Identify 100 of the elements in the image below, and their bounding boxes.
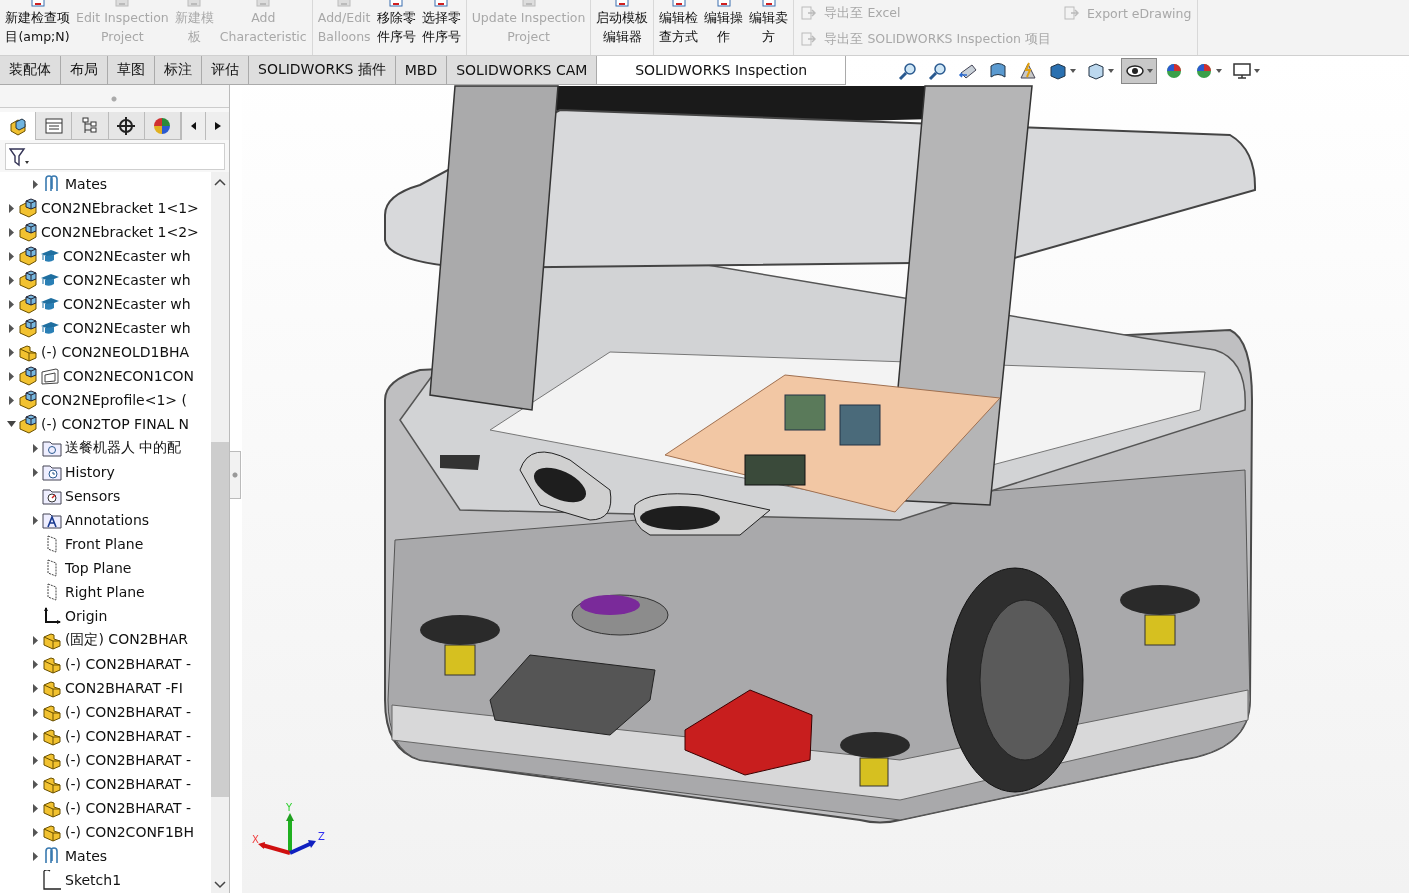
tree-item[interactable]: (-) CON2BHARAT -	[64, 800, 191, 816]
tree-item[interactable]: (-) CON2CONF1BH	[64, 824, 194, 840]
expand-icon[interactable]	[32, 515, 38, 525]
tool-icon	[255, 0, 272, 8]
expand-icon[interactable]	[32, 755, 38, 765]
tab[interactable]: SOLIDWORKS CAM	[447, 56, 598, 84]
ribbon-button[interactable]: 新建检查项 目(amp;N)	[2, 0, 73, 55]
filter-field[interactable]	[5, 143, 225, 170]
tab[interactable]: 草图	[108, 56, 155, 84]
tab[interactable]: MBD	[395, 56, 448, 84]
tree-item[interactable]: Front Plane	[64, 536, 144, 552]
expand-icon[interactable]	[32, 779, 38, 789]
expand-icon[interactable]	[32, 803, 38, 813]
tree-item[interactable]: (-) CON2NEOLD1BHA	[40, 344, 190, 360]
color-wheel-icon	[152, 116, 173, 136]
ribbon-button[interactable]: 编辑检 查方式	[656, 0, 702, 55]
axis-label: Y	[286, 803, 293, 813]
tree-item[interactable]: Origin	[64, 608, 108, 624]
scroll-right-button[interactable]	[205, 112, 229, 140]
expand-icon[interactable]	[32, 467, 38, 477]
tab[interactable]: SOLIDWORKS Inspection	[597, 56, 846, 84]
tree-item[interactable]: CON2NEcaster wh	[62, 296, 191, 312]
tree-item[interactable]: History	[64, 464, 115, 480]
tree-item[interactable]: CON2NEcaster wh	[62, 272, 191, 288]
panel-tab[interactable]	[0, 112, 37, 140]
part-icon	[42, 822, 62, 842]
ribbon-button[interactable]: 选择零 件序号	[418, 0, 464, 55]
expand-icon[interactable]	[8, 275, 14, 285]
expand-icon[interactable]	[8, 299, 14, 309]
tab[interactable]: SOLIDWORKS 插件	[249, 56, 396, 84]
tree-item[interactable]: CON2NEbracket 1<1>	[40, 200, 199, 216]
part-icon	[42, 774, 62, 794]
expand-icon[interactable]	[32, 179, 38, 189]
expand-icon[interactable]	[8, 395, 14, 405]
scroll-left-button[interactable]	[181, 112, 205, 140]
tree-item[interactable]: 送餐机器人 中的配	[64, 439, 182, 457]
tree-item[interactable]: (-) CON2BHARAT -	[64, 704, 191, 720]
expand-icon[interactable]	[32, 827, 38, 837]
tree-item[interactable]: Annotations	[64, 512, 150, 528]
assembly-icon	[18, 318, 38, 338]
folder-icon	[42, 510, 62, 530]
tree-item[interactable]: CON2NECON1CON	[62, 368, 194, 384]
frame-icon	[40, 366, 60, 386]
expand-icon[interactable]	[8, 371, 14, 381]
part-icon	[42, 630, 62, 650]
assembly-icon	[18, 246, 38, 266]
scrollbar[interactable]	[211, 172, 229, 893]
expand-icon[interactable]	[32, 635, 38, 645]
tree-item[interactable]: Sketch1	[64, 872, 122, 888]
tree-item[interactable]: CON2BHARAT -FI	[64, 680, 183, 696]
tree-item[interactable]: Sensors	[64, 488, 121, 504]
tree-item[interactable]: CON2NEcaster wh	[62, 248, 191, 264]
view-tool-button[interactable]	[1121, 58, 1157, 84]
tree-item[interactable]: Mates	[64, 848, 108, 864]
color-ball-icon	[1164, 61, 1184, 81]
tree-icon	[80, 116, 100, 136]
tree-item[interactable]: CON2NEbracket 1<2>	[40, 224, 199, 240]
origin-icon	[42, 606, 62, 626]
tool-icon	[336, 0, 353, 8]
axis-label: X	[252, 834, 259, 845]
tab[interactable]: 布局	[61, 56, 108, 84]
ribbon-button[interactable]: 编辑操 作	[701, 0, 747, 55]
tab[interactable]: 装配体	[0, 56, 61, 84]
cube-icon	[7, 116, 28, 136]
expand-icon[interactable]	[32, 731, 38, 741]
ribbon-button[interactable]: 启动模板 编辑器	[593, 0, 652, 55]
expand-icon[interactable]	[8, 227, 14, 237]
tab[interactable]: 评估	[202, 56, 249, 84]
tree-item[interactable]: Top Plane	[64, 560, 132, 576]
tree-item[interactable]: (-) CON2BHARAT -	[64, 776, 191, 792]
expand-icon[interactable]	[8, 203, 14, 213]
expand-icon[interactable]	[32, 707, 38, 717]
expand-icon[interactable]	[32, 683, 38, 693]
part-icon	[18, 342, 38, 362]
tree-item[interactable]: (-) CON2BHARAT -	[64, 656, 191, 672]
tree-item[interactable]: CON2NEcaster wh	[62, 320, 191, 336]
tree-item[interactable]: CON2NEprofile<1> (	[40, 392, 187, 408]
assembly-icon	[18, 294, 38, 314]
tree-item[interactable]: (固定) CON2BHAR	[64, 631, 188, 649]
expand-icon[interactable]	[8, 251, 14, 261]
export-icon	[800, 31, 817, 47]
axis-triad-drawing	[258, 813, 316, 855]
expand-icon[interactable]	[8, 323, 14, 333]
splitter-handle[interactable]	[230, 450, 241, 499]
expand-icon[interactable]	[32, 443, 38, 453]
tree-item[interactable]: Mates	[64, 176, 108, 192]
tab[interactable]: 标注	[155, 56, 202, 84]
ribbon-button[interactable]: 移除零 件序号	[373, 0, 419, 55]
tree-item[interactable]: Right Plane	[64, 584, 145, 600]
tool-icon	[520, 0, 537, 8]
tree-item[interactable]: (-) CON2TOP FINAL N	[40, 416, 190, 432]
tree-item[interactable]: (-) CON2BHARAT -	[64, 728, 191, 744]
magnifier-icon	[928, 61, 948, 81]
collapse-icon[interactable]	[6, 421, 16, 427]
expand-icon[interactable]	[8, 347, 14, 357]
expand-icon[interactable]	[32, 851, 38, 861]
tree-item[interactable]: (-) CON2BHARAT -	[64, 752, 191, 768]
folder-icon	[42, 462, 62, 482]
expand-icon[interactable]	[32, 659, 38, 669]
ribbon-button[interactable]: 编辑卖 方	[746, 0, 792, 55]
